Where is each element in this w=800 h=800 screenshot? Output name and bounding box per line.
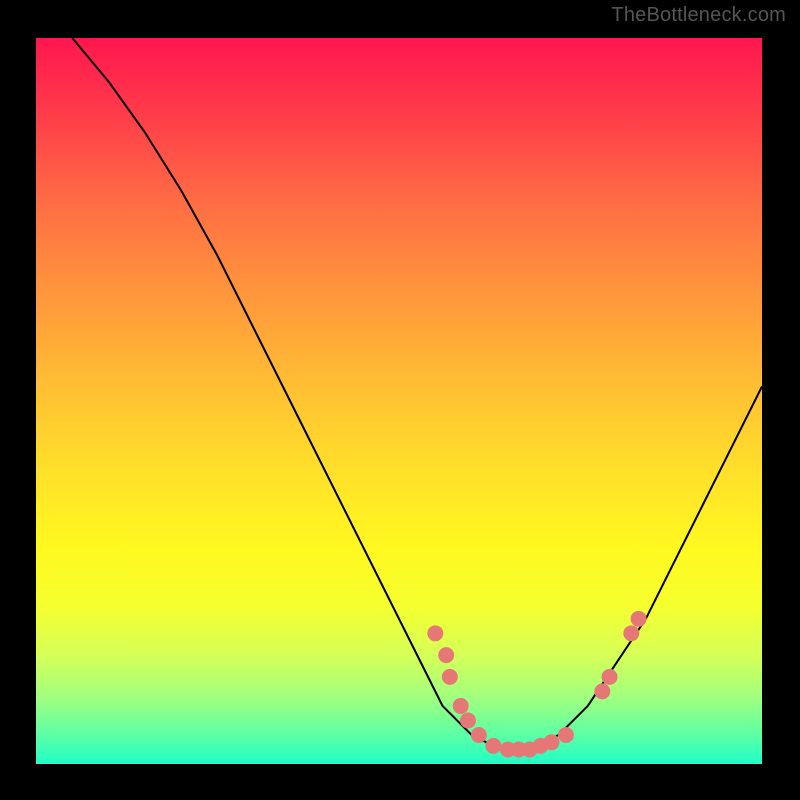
- data-point: [558, 727, 574, 743]
- watermark-text: TheBottleneck.com: [611, 4, 786, 27]
- plot-area: [36, 38, 762, 764]
- data-point: [471, 727, 487, 743]
- data-point: [427, 625, 443, 641]
- data-point: [623, 625, 639, 641]
- data-point: [442, 669, 458, 685]
- data-point: [602, 669, 618, 685]
- data-point: [485, 738, 501, 754]
- data-point: [438, 647, 454, 663]
- chart-container: TheBottleneck.com: [0, 0, 800, 800]
- data-points-layer: [36, 38, 762, 764]
- data-point: [594, 683, 610, 699]
- data-point: [453, 698, 469, 714]
- data-point: [460, 712, 476, 728]
- data-point: [543, 734, 559, 750]
- data-point: [631, 611, 647, 627]
